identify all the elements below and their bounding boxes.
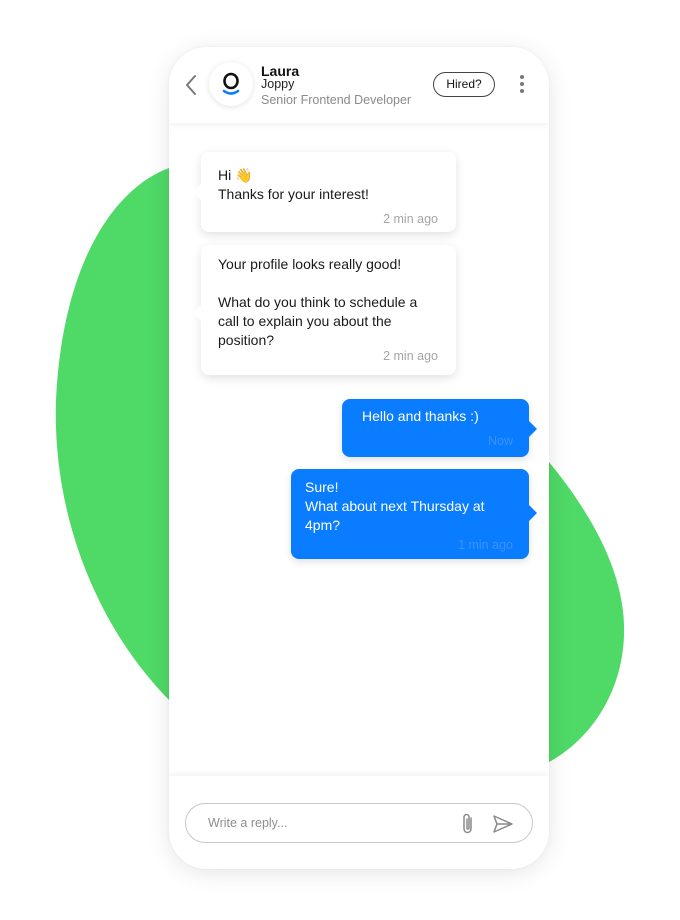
send-button[interactable] [492, 814, 514, 834]
message-text: Hi 👋 Thanks for your interest! [218, 167, 369, 202]
bubble-tail [529, 421, 537, 437]
chat-window: Laura Joppy Senior Frontend Developer Hi… [169, 47, 549, 869]
more-options-button[interactable] [515, 74, 529, 96]
paperclip-icon [463, 813, 472, 834]
contact-company: Joppy [261, 77, 295, 91]
chevron-left-icon [186, 75, 196, 95]
message-outgoing: Hello and thanks :) Now [342, 399, 537, 457]
chat-header: Laura Joppy Senior Frontend Developer Hi… [169, 47, 549, 123]
avatar [209, 62, 253, 106]
bubble-tail [529, 505, 537, 521]
hired-button[interactable]: Hired? [433, 72, 495, 97]
more-vertical-icon [515, 75, 529, 93]
reply-box [185, 803, 533, 843]
message-time: 1 min ago [458, 538, 513, 552]
attach-button[interactable] [458, 812, 478, 836]
message-text: Hello and thanks :) [362, 408, 479, 424]
message-outgoing: Sure! What about next Thursday at 4pm? 1… [291, 469, 537, 559]
reply-input[interactable] [208, 813, 438, 833]
send-icon [493, 815, 513, 833]
message-incoming: Hi 👋 Thanks for your interest! 2 min ago [193, 152, 456, 232]
message-text: Sure! What about next Thursday at 4pm? [305, 479, 485, 533]
message-time: Now [487, 434, 513, 448]
company-logo-icon [222, 72, 240, 95]
message-text: Your profile looks really good! What do … [218, 256, 418, 348]
message-time: 2 min ago [383, 212, 438, 226]
bubble-tail [193, 305, 201, 321]
message-time: 2 min ago [383, 349, 438, 363]
contact-role: Senior Frontend Developer [261, 93, 412, 107]
back-button[interactable] [183, 73, 201, 97]
composer [169, 776, 549, 869]
bubble-tail [193, 184, 201, 200]
message-incoming: Your profile looks really good! What do … [193, 245, 456, 375]
